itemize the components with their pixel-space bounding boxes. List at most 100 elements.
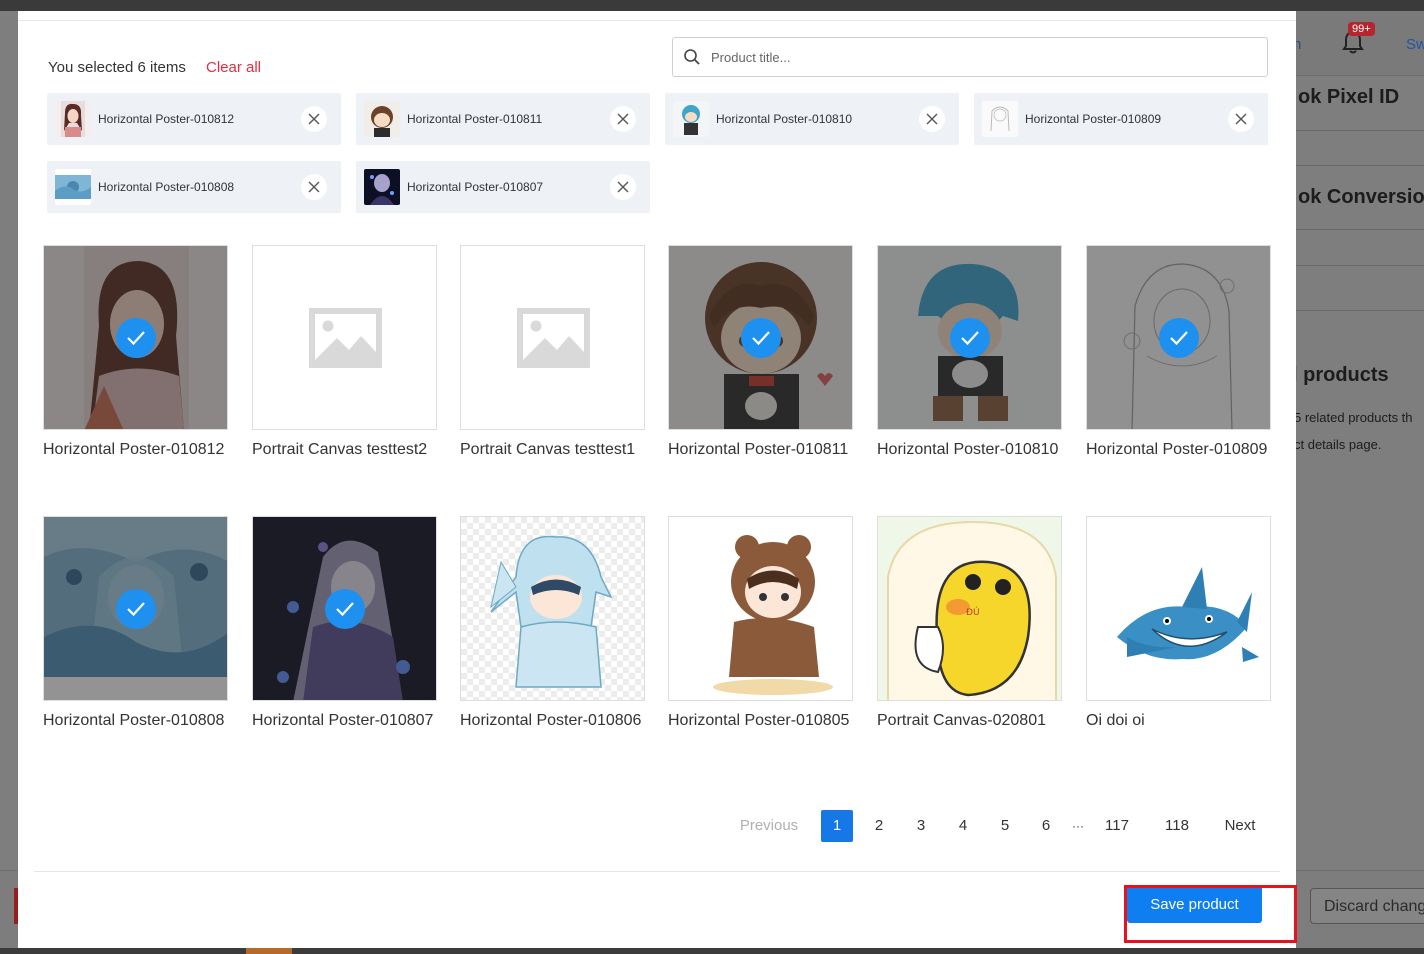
- chip-thumbnail: [364, 169, 400, 205]
- bg-section-products: l products: [1292, 364, 1389, 386]
- pagination-page-117[interactable]: 117: [1097, 810, 1137, 842]
- product-image[interactable]: [1086, 516, 1271, 701]
- pagination-page-3[interactable]: 3: [905, 810, 937, 842]
- chip-label: Horizontal Poster-010810: [716, 112, 853, 126]
- product-card[interactable]: Horizontal Poster-010812: [43, 245, 228, 459]
- product-title: Horizontal Poster-010812: [43, 441, 225, 458]
- search-box[interactable]: [672, 37, 1268, 77]
- chip-label: Horizontal Poster-010809: [1025, 112, 1162, 126]
- chip-label: Horizontal Poster-010807: [407, 180, 544, 194]
- remove-chip-button[interactable]: [610, 174, 636, 200]
- remove-chip-button[interactable]: [301, 106, 327, 132]
- product-title: Portrait Canvas testtest2: [252, 441, 428, 458]
- pagination-previous[interactable]: Previous: [732, 810, 806, 842]
- close-icon: [308, 113, 320, 125]
- remove-chip-button[interactable]: [301, 174, 327, 200]
- product-artwork: ĐÚ: [878, 517, 1061, 700]
- product-card[interactable]: Horizontal Poster-010807: [252, 516, 437, 730]
- pagination-ellipsis: ···: [1072, 819, 1084, 833]
- product-card[interactable]: Oi doi oi: [1086, 516, 1271, 730]
- pagination-page-4[interactable]: 4: [947, 810, 979, 842]
- check-icon: [752, 331, 770, 346]
- product-image[interactable]: ĐÚ: [877, 516, 1062, 701]
- selected-chip: Horizontal Poster-010809: [974, 93, 1268, 145]
- product-image[interactable]: [668, 516, 853, 701]
- divider: [18, 20, 1296, 21]
- selected-check: [116, 589, 156, 629]
- product-image[interactable]: [252, 516, 437, 701]
- product-title: Horizontal Poster-010806: [460, 712, 642, 729]
- product-card[interactable]: Horizontal Poster-010808: [43, 516, 228, 730]
- top-bar: [0, 0, 1424, 11]
- bg-description: 5 related products th: [1294, 410, 1413, 425]
- selected-chip: Horizontal Poster-010807: [356, 161, 650, 213]
- product-title: Portrait Canvas-020801: [877, 712, 1046, 729]
- product-title: Horizontal Poster-010810: [877, 441, 1059, 458]
- product-card[interactable]: Horizontal Poster-010805: [668, 516, 853, 730]
- product-card[interactable]: Horizontal Poster-010810: [877, 245, 1062, 459]
- product-image[interactable]: [668, 245, 853, 430]
- pagination-page-6[interactable]: 6: [1030, 810, 1062, 842]
- product-title: Horizontal Poster-010811: [668, 441, 849, 458]
- clear-all-link[interactable]: Clear all: [206, 59, 261, 76]
- product-artwork: [461, 517, 644, 700]
- selected-check: [741, 318, 781, 358]
- bg-section-pixel: ok Pixel ID: [1298, 86, 1400, 108]
- product-image[interactable]: [460, 516, 645, 701]
- placeholder-image-icon: [253, 246, 436, 429]
- selected-count-text: You selected 6 items: [48, 59, 186, 76]
- product-image[interactable]: [252, 245, 437, 430]
- product-card[interactable]: Horizontal Poster-010806: [460, 516, 645, 730]
- product-title: Horizontal Poster-010809: [1086, 441, 1268, 458]
- product-title: Horizontal Poster-010807: [252, 712, 434, 729]
- search-input[interactable]: [709, 48, 1253, 66]
- svg-text:ĐÚ: ĐÚ: [966, 606, 980, 618]
- divider: [1296, 165, 1424, 166]
- background-link: Sw: [1406, 36, 1424, 53]
- product-picker-modal: You selected 6 items Clear all Horizonta…: [18, 11, 1296, 948]
- product-image[interactable]: [460, 245, 645, 430]
- close-icon: [308, 181, 320, 193]
- remove-chip-button[interactable]: [919, 106, 945, 132]
- placeholder-image-icon: [461, 246, 644, 429]
- pagination-page-1[interactable]: 1: [821, 810, 853, 842]
- chip-label: Horizontal Poster-010812: [98, 112, 235, 126]
- chip-label: Horizontal Poster-010808: [98, 180, 235, 194]
- product-title: Horizontal Poster-010808: [43, 712, 225, 729]
- close-icon: [1235, 113, 1247, 125]
- divider: [1296, 229, 1424, 230]
- pagination-page-118[interactable]: 118: [1157, 810, 1197, 842]
- bg-section-conversion: ok Conversion: [1298, 186, 1424, 208]
- selected-check: [1159, 318, 1199, 358]
- product-image[interactable]: [877, 245, 1062, 430]
- chip-thumbnail: [364, 101, 400, 137]
- selected-check: [116, 318, 156, 358]
- selected-check: [950, 318, 990, 358]
- pagination: Previous 1 2 3 4 5 6 ··· 117 118 Next: [18, 810, 1296, 842]
- selected-chip: Horizontal Poster-010808: [47, 161, 341, 213]
- product-artwork: [669, 517, 852, 700]
- divider: [1296, 265, 1424, 266]
- pagination-next[interactable]: Next: [1218, 810, 1262, 842]
- product-image[interactable]: [43, 245, 228, 430]
- product-card[interactable]: Portrait Canvas testtest1: [460, 245, 645, 459]
- pagination-page-5[interactable]: 5: [989, 810, 1021, 842]
- remove-chip-button[interactable]: [1228, 106, 1254, 132]
- product-artwork: [1087, 517, 1270, 700]
- product-card[interactable]: ĐÚ Portrait Canvas-020801: [877, 516, 1062, 730]
- search-icon: [684, 49, 700, 65]
- close-icon: [617, 113, 629, 125]
- close-icon: [926, 113, 938, 125]
- bottom-bar: [0, 948, 1424, 954]
- product-image[interactable]: [1086, 245, 1271, 430]
- product-card[interactable]: Horizontal Poster-010811: [668, 245, 853, 459]
- product-card[interactable]: Portrait Canvas testtest2: [252, 245, 437, 459]
- discard-changes-button[interactable]: Discard chang: [1310, 888, 1424, 924]
- chip-thumbnail: [55, 169, 91, 205]
- pagination-page-2[interactable]: 2: [863, 810, 895, 842]
- remove-chip-button[interactable]: [610, 106, 636, 132]
- product-card[interactable]: Horizontal Poster-010809: [1086, 245, 1271, 459]
- product-title: Portrait Canvas testtest1: [460, 441, 636, 458]
- highlight-box: [1124, 885, 1297, 943]
- product-image[interactable]: [43, 516, 228, 701]
